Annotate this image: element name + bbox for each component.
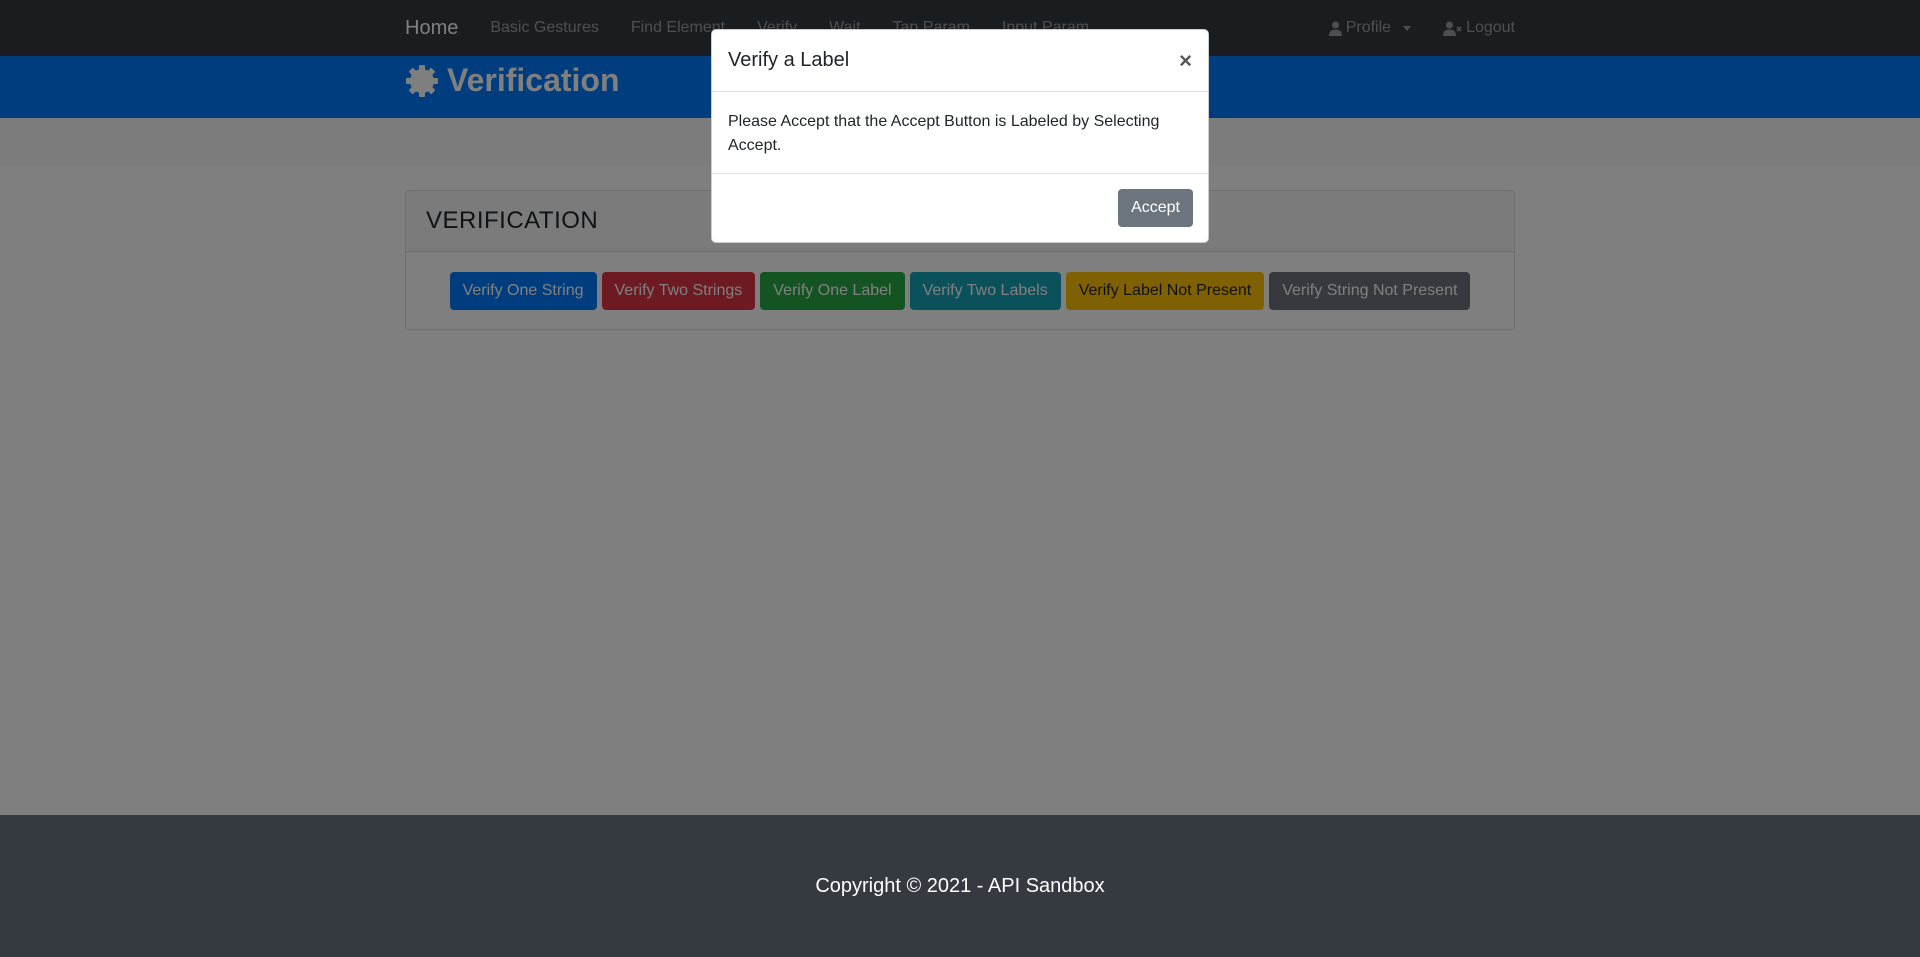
modal-body: Please Accept that the Accept Button is … xyxy=(712,92,1208,174)
footer-copyright: Copyright © 2021 - API Sandbox xyxy=(815,874,1105,897)
close-icon[interactable]: × xyxy=(1179,49,1192,72)
modal-footer: Accept xyxy=(712,174,1208,242)
verify-label-modal: Verify a Label × Please Accept that the … xyxy=(711,29,1209,243)
accept-button[interactable]: Accept xyxy=(1118,189,1193,227)
modal-header: Verify a Label × xyxy=(712,30,1208,92)
footer: Copyright © 2021 - API Sandbox xyxy=(0,815,1920,957)
modal-title: Verify a Label xyxy=(728,49,850,71)
